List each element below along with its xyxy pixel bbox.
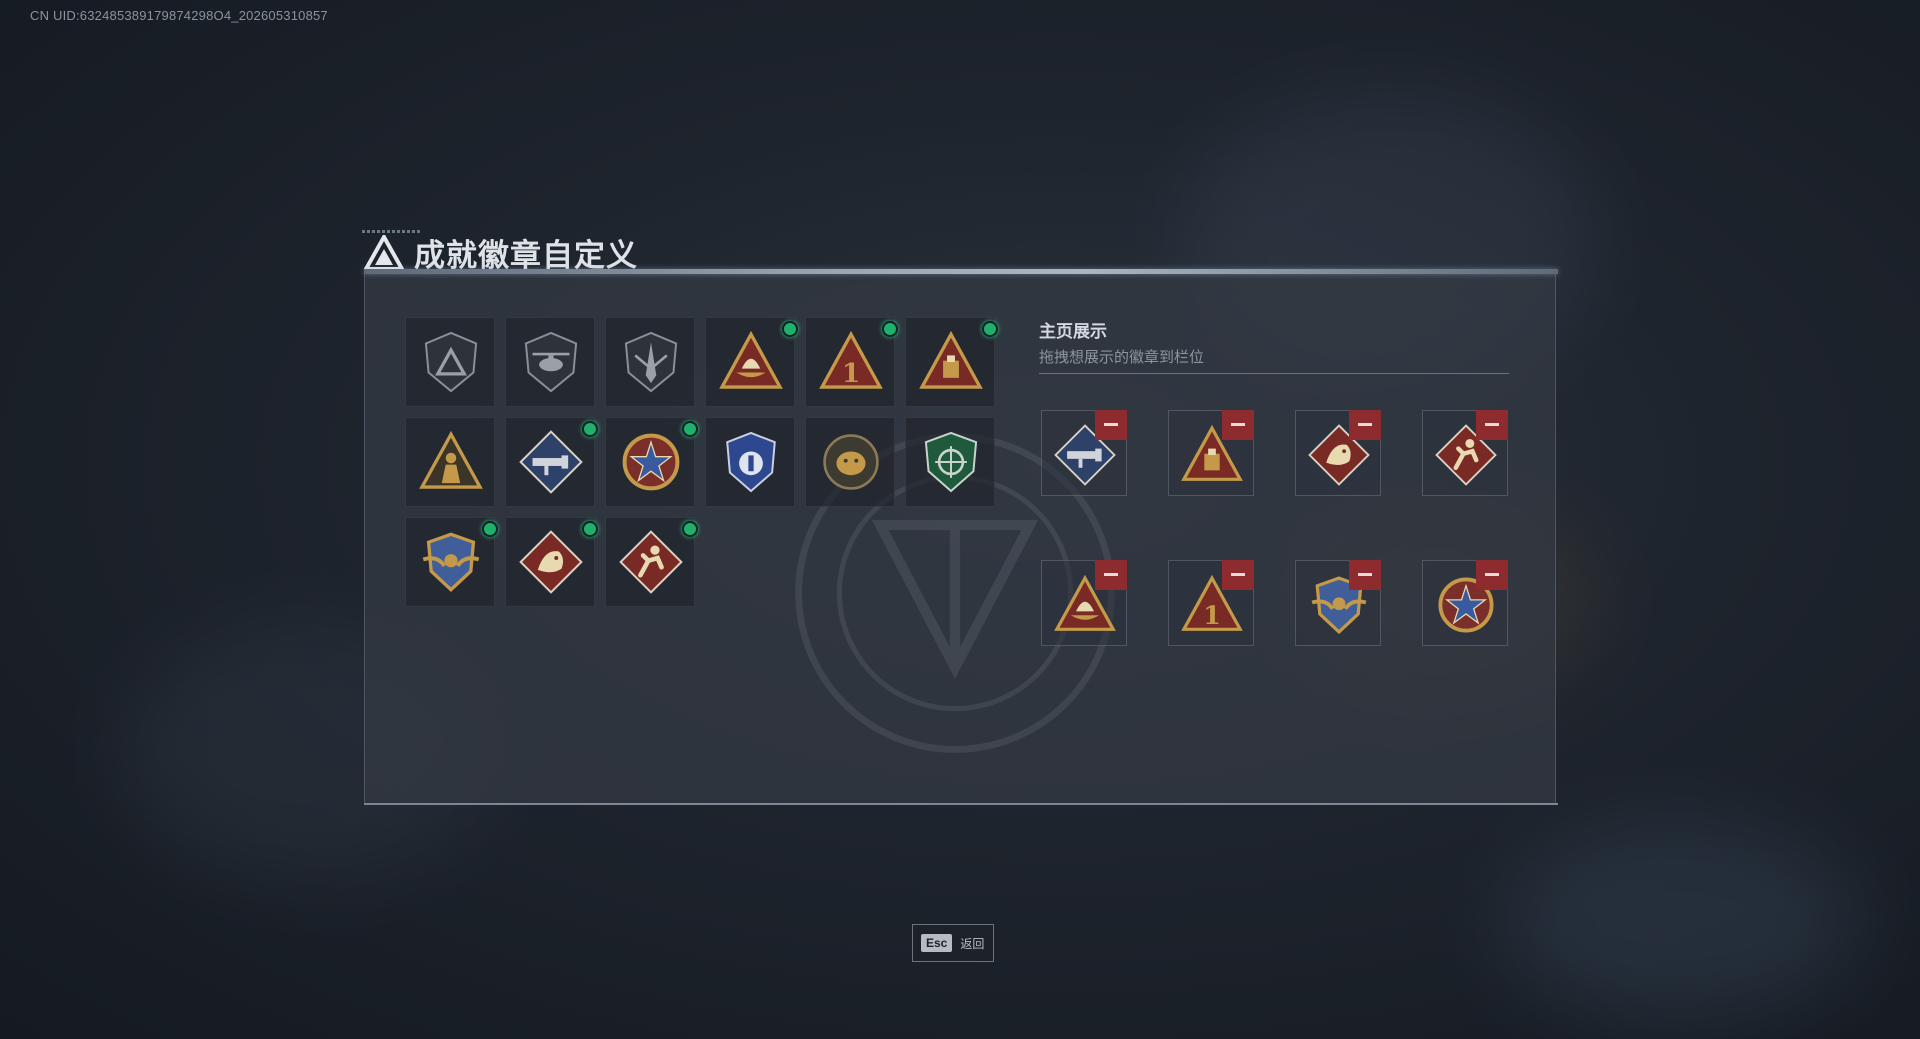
remove-badge-button[interactable] xyxy=(1349,560,1381,590)
new-indicator-dot xyxy=(682,421,698,437)
new-indicator-dot xyxy=(582,521,598,537)
helicopter-badge-icon xyxy=(524,331,578,393)
dragon-diamond-badge-icon xyxy=(519,530,583,594)
remove-badge-button[interactable] xyxy=(1349,410,1381,440)
showcase-divider xyxy=(1039,373,1509,374)
number-one-triangle-badge-icon: 1 xyxy=(819,330,883,389)
new-indicator-dot xyxy=(482,521,498,537)
showcase-slot[interactable] xyxy=(1422,560,1508,646)
svg-text:1: 1 xyxy=(1203,601,1221,631)
star-medal-badge-icon xyxy=(622,433,680,491)
badge-slot[interactable] xyxy=(905,317,998,407)
showcase-slot[interactable] xyxy=(1422,410,1508,496)
showcase-slot[interactable] xyxy=(1168,410,1254,496)
new-indicator-dot xyxy=(982,321,998,337)
badge-slot[interactable] xyxy=(905,417,995,507)
showcase-slot[interactable] xyxy=(1041,560,1127,646)
panel-top-bar xyxy=(364,269,1558,274)
gorilla-emblem-badge-icon xyxy=(823,434,879,490)
badge-slot[interactable] xyxy=(405,517,498,607)
badge-slot[interactable] xyxy=(705,417,795,507)
back-button[interactable]: Esc 返回 xyxy=(912,924,994,962)
boat-triangle-badge-icon xyxy=(719,330,783,389)
new-indicator-dot xyxy=(682,521,698,537)
new-indicator-dot xyxy=(782,321,798,337)
esc-key-icon: Esc xyxy=(921,934,953,952)
soldier-triangle-badge-icon xyxy=(419,430,483,489)
badge-slot[interactable] xyxy=(605,317,695,407)
badge-slot[interactable] xyxy=(505,517,598,607)
showcase-slot[interactable]: 1 xyxy=(1168,560,1254,646)
badge-slot[interactable] xyxy=(505,417,598,507)
rocket-launcher-diamond-badge-icon xyxy=(519,430,583,494)
panel-bottom-line xyxy=(364,803,1558,805)
police-shield-badge-icon xyxy=(726,431,776,493)
remove-badge-button[interactable] xyxy=(1095,410,1127,440)
winged-shield-crest-badge-icon xyxy=(422,532,480,592)
showcase-subtitle: 拖拽想展示的徽章到栏位 xyxy=(1039,349,1205,366)
remove-badge-button[interactable] xyxy=(1476,410,1508,440)
badge-slot[interactable] xyxy=(605,517,698,607)
showcase-slot[interactable] xyxy=(1041,410,1127,496)
triangle-emblem-badge-icon xyxy=(424,331,478,393)
svg-text:1: 1 xyxy=(842,358,860,389)
new-indicator-dot xyxy=(882,321,898,337)
uid-label: CN UID:632485389179874298O4_202605310857 xyxy=(30,8,328,23)
remove-badge-button[interactable] xyxy=(1222,410,1254,440)
homepage-showcase: 主页展示 拖拽想展示的徽章到栏位 1 xyxy=(1039,317,1509,646)
new-indicator-dot xyxy=(582,421,598,437)
remove-badge-button[interactable] xyxy=(1095,560,1127,590)
badge-slot[interactable] xyxy=(505,317,595,407)
badge-slot[interactable] xyxy=(405,317,495,407)
badge-slot[interactable]: 1 xyxy=(805,317,898,407)
dagger-shield-badge-icon xyxy=(624,331,678,393)
badge-slot[interactable] xyxy=(705,317,798,407)
showcase-slot[interactable] xyxy=(1295,410,1381,496)
remove-badge-button[interactable] xyxy=(1222,560,1254,590)
crate-triangle-badge-icon xyxy=(919,330,983,389)
badge-slot[interactable] xyxy=(805,417,895,507)
background-glow xyxy=(1500,820,1860,1020)
badge-slot[interactable] xyxy=(605,417,698,507)
remove-badge-button[interactable] xyxy=(1476,560,1508,590)
green-crosshair-shield-badge-icon xyxy=(924,431,978,493)
badge-slot[interactable] xyxy=(405,417,495,507)
triangle-logo-icon xyxy=(364,234,404,271)
showcase-title: 主页展示 xyxy=(1039,322,1107,341)
showcase-slot[interactable] xyxy=(1295,560,1381,646)
back-label: 返回 xyxy=(960,936,985,951)
badge-customization-panel: 1 主页展示 拖拽想展示的徽章到栏位 1 xyxy=(364,269,1558,805)
runner-diamond-badge-icon xyxy=(619,530,683,594)
